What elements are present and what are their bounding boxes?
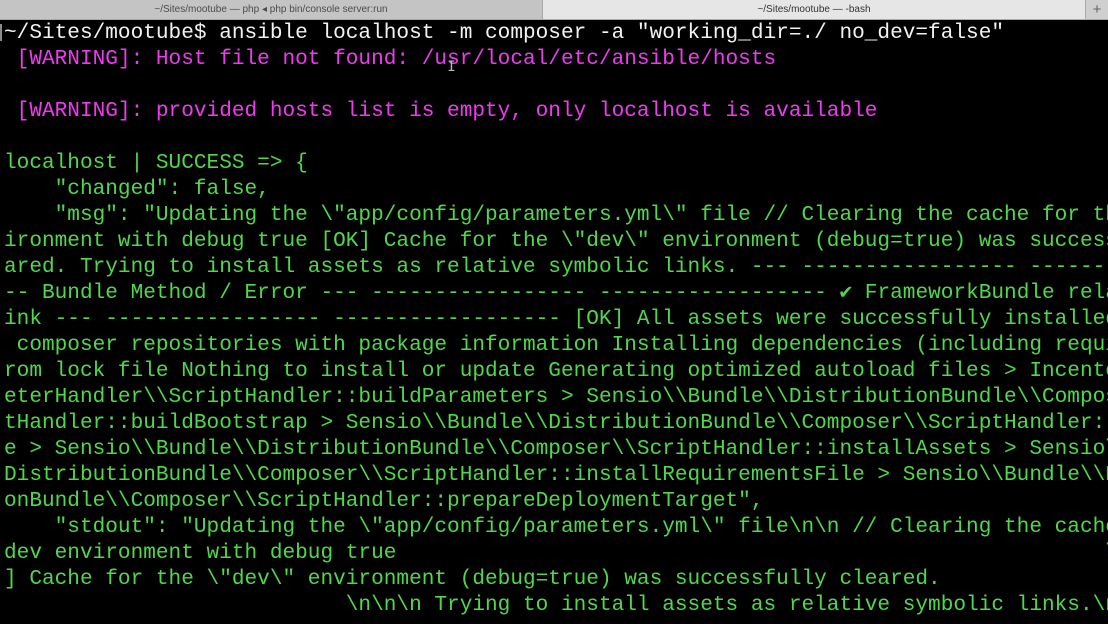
terminal-line: ] Cache for the \"dev\" environment (deb… <box>4 567 941 591</box>
terminal-line: "stdout": "Updating the \"app/config/par… <box>4 515 1108 539</box>
tab-php-server[interactable]: ✕ ~/Sites/mootube — php ◂ php bin/consol… <box>0 0 543 19</box>
terminal-line: localhost | SUCCESS => { <box>4 151 308 175</box>
terminal-line: e > Sensio\\Bundle\\DistributionBundle\\… <box>4 437 1108 461</box>
terminal-line: tHandler::buildBootstrap > Sensio\\Bundl… <box>4 411 1108 435</box>
terminal-line: eterHandler\\ScriptHandler::buildParamet… <box>4 385 1108 409</box>
terminal-line: [WARNING]: Host file not found: /usr/loc… <box>4 47 777 71</box>
terminal-line: composer repositories with package infor… <box>16 333 1108 357</box>
terminal-line: ared. Trying to install assets as relati… <box>4 255 1108 279</box>
terminal-line: rom lock file Nothing to install or upda… <box>4 359 1108 383</box>
terminal-line: DistributionBundle\\Composer\\ScriptHand… <box>4 463 1108 487</box>
terminal-line: "changed": false, <box>4 177 270 201</box>
terminal-line: [WARNING]: provided hosts list is empty,… <box>4 99 878 123</box>
prompt-mark <box>0 24 2 41</box>
terminal-line: dev environment with debug true \n\n [OK <box>4 541 1108 565</box>
tab-title: ~/Sites/mootube — php ◂ php bin/console … <box>154 4 388 15</box>
terminal-line: -- Bundle Method / Error --- -----------… <box>4 281 1108 305</box>
plus-icon: + <box>1092 1 1102 18</box>
terminal-line: ink --- ----------------- --------------… <box>4 307 1108 331</box>
tab-bash[interactable]: ~/Sites/mootube — -bash <box>543 0 1086 19</box>
terminal-window: ✕ ~/Sites/mootube — php ◂ php bin/consol… <box>0 0 1108 624</box>
terminal-line: onBundle\\Composer\\ScriptHandler::prepa… <box>4 489 764 513</box>
terminal-output[interactable]: ~/Sites/mootube$ ansible localhost -m co… <box>4 20 1108 618</box>
terminal-line: \n\n\n Trying to install assets as relat… <box>345 593 1108 617</box>
new-tab-button[interactable]: + <box>1086 0 1108 19</box>
tab-bar: ✕ ~/Sites/mootube — php ◂ php bin/consol… <box>0 0 1108 20</box>
terminal-line: ~/Sites/mootube$ ansible localhost -m co… <box>4 21 1005 45</box>
ibeam-cursor-icon: I <box>447 59 456 75</box>
terminal-line: "msg": "Updating the \"app/config/parame… <box>54 203 1108 227</box>
tab-title: ~/Sites/mootube — -bash <box>757 4 871 15</box>
terminal-line: ironment with debug true [OK] Cache for … <box>4 229 1108 253</box>
